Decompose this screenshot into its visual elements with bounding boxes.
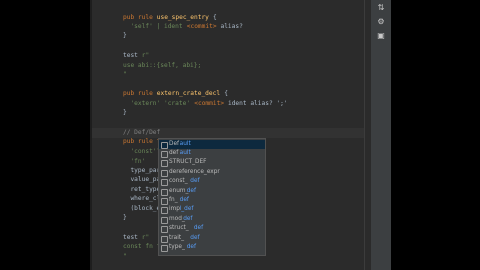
- completion-item[interactable]: struct_ def: [159, 224, 265, 234]
- code-token: const fn f: [123, 243, 161, 250]
- completion-prefix: STRUCT_DEF: [169, 159, 207, 166]
- code-token: 'const'?: [123, 148, 161, 155]
- code-line: }: [90, 31, 390, 41]
- code-token: }: [123, 32, 127, 39]
- code-token: {: [220, 90, 228, 97]
- completion-prefix: const_: [169, 178, 188, 185]
- editor-right-toolbar: ⇅ ⚙ ▣: [370, 0, 391, 270]
- symbol-icon: [161, 216, 168, 224]
- code-line: }: [90, 108, 390, 118]
- completion-prefix: dereference_expr: [169, 168, 220, 175]
- symbol-icon: [161, 141, 168, 149]
- symbol-icon: [161, 235, 168, 243]
- code-line: ": [90, 70, 390, 80]
- screen: pub rule use_spec_entry { 'self' | ident…: [0, 0, 480, 270]
- completion-prefix: enum_: [169, 187, 189, 194]
- completion-item[interactable]: Def ault: [159, 139, 265, 149]
- completion-match: ault: [179, 140, 191, 147]
- code-token: r": [141, 52, 150, 59]
- symbol-icon: [161, 226, 168, 234]
- symbol-icon: [161, 207, 168, 215]
- symbol-icon: [161, 169, 168, 177]
- completion-popup[interactable]: Def ault def ault STRUCT_DEF dereference_expr…: [158, 138, 266, 256]
- symbol-icon: [161, 197, 168, 205]
- completion-prefix: fn_: [169, 196, 178, 203]
- completion-prefix: Def: [169, 140, 180, 147]
- completion-match: def: [193, 225, 204, 232]
- completion-prefix: def: [169, 149, 179, 156]
- completion-item[interactable]: STRUCT_DEF: [159, 158, 265, 168]
- code-token: pub rule: [123, 90, 157, 97]
- completion-match: l_def: [179, 206, 194, 213]
- completion-prefix: type_: [169, 243, 185, 250]
- completion-item[interactable]: enum_ def: [159, 187, 265, 196]
- code-token: value_pa: [123, 176, 161, 183]
- code-token: }: [123, 109, 127, 116]
- symbol-icon: [161, 188, 168, 196]
- completion-match: def: [183, 215, 193, 222]
- completion-item[interactable]: imp l_def: [159, 205, 265, 215]
- completion-match: def: [186, 187, 197, 194]
- completion-item[interactable]: type_ def: [159, 243, 265, 252]
- symbol-icon: [161, 179, 168, 187]
- code-token: where_cl: [123, 195, 161, 202]
- completion-item[interactable]: def ault: [159, 149, 265, 158]
- symbol-icon: [161, 150, 168, 158]
- completion-match: ault: [179, 149, 191, 156]
- completion-item[interactable]: dereference_expr: [159, 168, 265, 177]
- code-token: ": [123, 71, 127, 78]
- code-line: pub rule extern_crate_decl {: [90, 89, 390, 99]
- symbol-icon: [161, 160, 168, 168]
- completion-match: def: [179, 196, 189, 203]
- code-token: }: [123, 214, 127, 221]
- code-token: test: [123, 52, 142, 59]
- save-icon[interactable]: ▣: [376, 31, 386, 41]
- completion-prefix: trait_: [169, 234, 184, 241]
- code-token: pub rule f: [123, 138, 161, 145]
- settings-icon[interactable]: ⚙: [376, 17, 386, 27]
- completion-match: def: [190, 234, 200, 241]
- completion-item[interactable]: const_ def: [159, 177, 265, 187]
- completion-prefix: struct_: [169, 225, 189, 232]
- completion-match: def: [190, 178, 200, 185]
- completion-match: def: [186, 243, 197, 250]
- completion-prefix: imp: [169, 206, 180, 213]
- completion-item[interactable]: trait_ def: [159, 234, 265, 243]
- code-line: test r": [90, 51, 390, 61]
- structure-icon[interactable]: ⇅: [376, 3, 386, 13]
- code-token: extern_crate_decl: [156, 90, 221, 97]
- completion-item[interactable]: mod_ def: [159, 215, 265, 224]
- symbol-icon: [161, 244, 168, 252]
- code-token: ": [123, 253, 127, 260]
- editor-edge: [90, 0, 92, 270]
- completion-item[interactable]: fn_ def: [159, 196, 265, 205]
